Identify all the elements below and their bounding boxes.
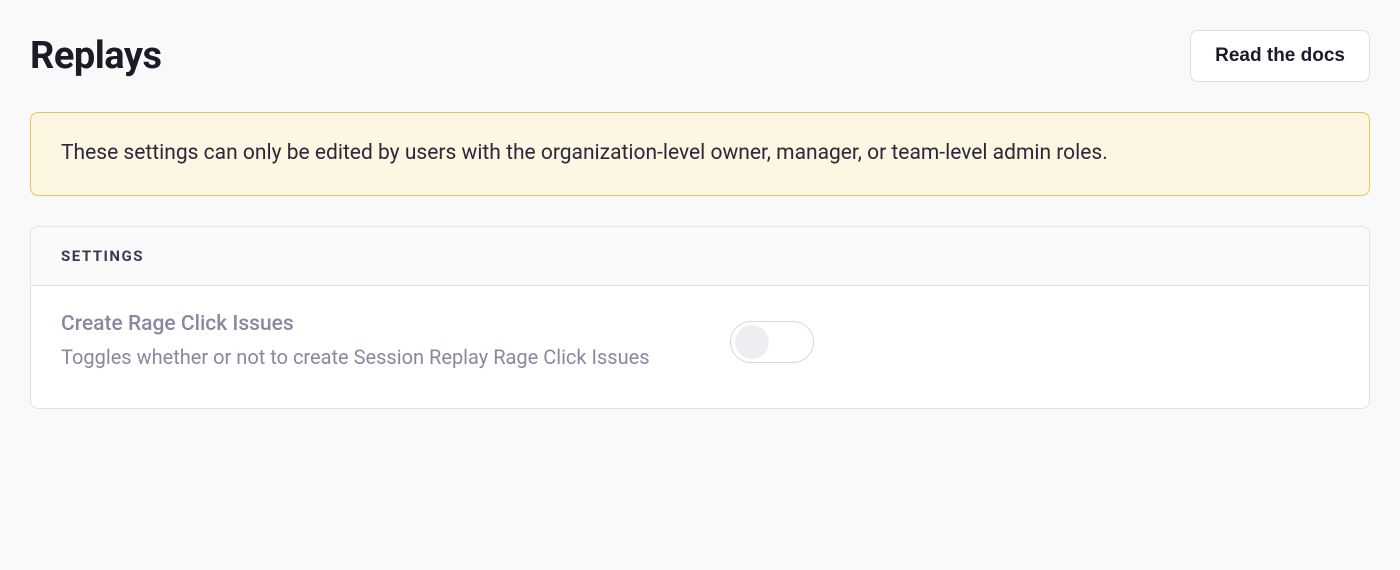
toggle-knob [735, 325, 769, 359]
rage-click-toggle[interactable] [730, 321, 814, 363]
settings-panel: SETTINGS Create Rage Click Issues Toggle… [30, 226, 1370, 409]
setting-row-rage-click: Create Rage Click Issues Toggles whether… [31, 286, 1369, 408]
setting-title: Create Rage Click Issues [61, 312, 650, 336]
settings-panel-header: SETTINGS [31, 227, 1369, 286]
setting-text: Create Rage Click Issues Toggles whether… [61, 312, 650, 372]
toggle-wrap [690, 321, 814, 363]
read-docs-button[interactable]: Read the docs [1190, 30, 1370, 82]
setting-description: Toggles whether or not to create Session… [61, 342, 650, 372]
permission-notice: These settings can only be edited by use… [30, 112, 1370, 196]
page-title: Replays [30, 34, 162, 78]
